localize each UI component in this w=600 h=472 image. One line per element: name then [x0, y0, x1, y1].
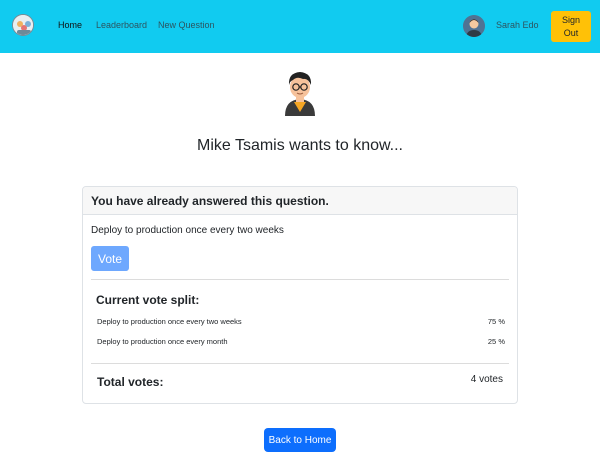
- vote-split-title: Current vote split:: [96, 293, 200, 307]
- total-votes-label: Total votes:: [97, 375, 164, 389]
- top-navbar: Home Leaderboard New Question Sarah Edo …: [0, 0, 600, 53]
- back-to-home-button[interactable]: Back to Home: [264, 428, 336, 452]
- user-name: Sarah Edo: [496, 20, 539, 30]
- selected-option-text: Deploy to production once every two week…: [91, 225, 284, 236]
- result-option-label: Deploy to production once every two week…: [97, 317, 242, 326]
- divider: [91, 363, 509, 364]
- vote-button[interactable]: Vote: [91, 246, 129, 271]
- nav-new-question-link[interactable]: New Question: [158, 20, 215, 30]
- nav-home-link[interactable]: Home: [58, 20, 82, 30]
- result-option-label: Deploy to production once every month: [97, 337, 228, 346]
- poll-card: You have already answered this question.…: [82, 186, 518, 404]
- author-avatar: [275, 66, 325, 116]
- result-row: Deploy to production once every month 25…: [97, 337, 505, 346]
- sign-out-button[interactable]: Sign Out: [551, 11, 591, 42]
- result-percent: 75 %: [487, 317, 505, 326]
- divider: [91, 279, 509, 280]
- user-avatar: [463, 15, 485, 37]
- question-heading: Mike Tsamis wants to know...: [197, 137, 403, 154]
- result-percent: 25 %: [487, 337, 505, 346]
- result-row: Deploy to production once every two week…: [97, 317, 505, 326]
- app-logo-icon[interactable]: [12, 14, 34, 36]
- nav-leaderboard-link[interactable]: Leaderboard: [96, 20, 147, 30]
- total-votes-value: 4 votes: [470, 374, 503, 385]
- answered-notice: You have already answered this question.: [83, 187, 517, 215]
